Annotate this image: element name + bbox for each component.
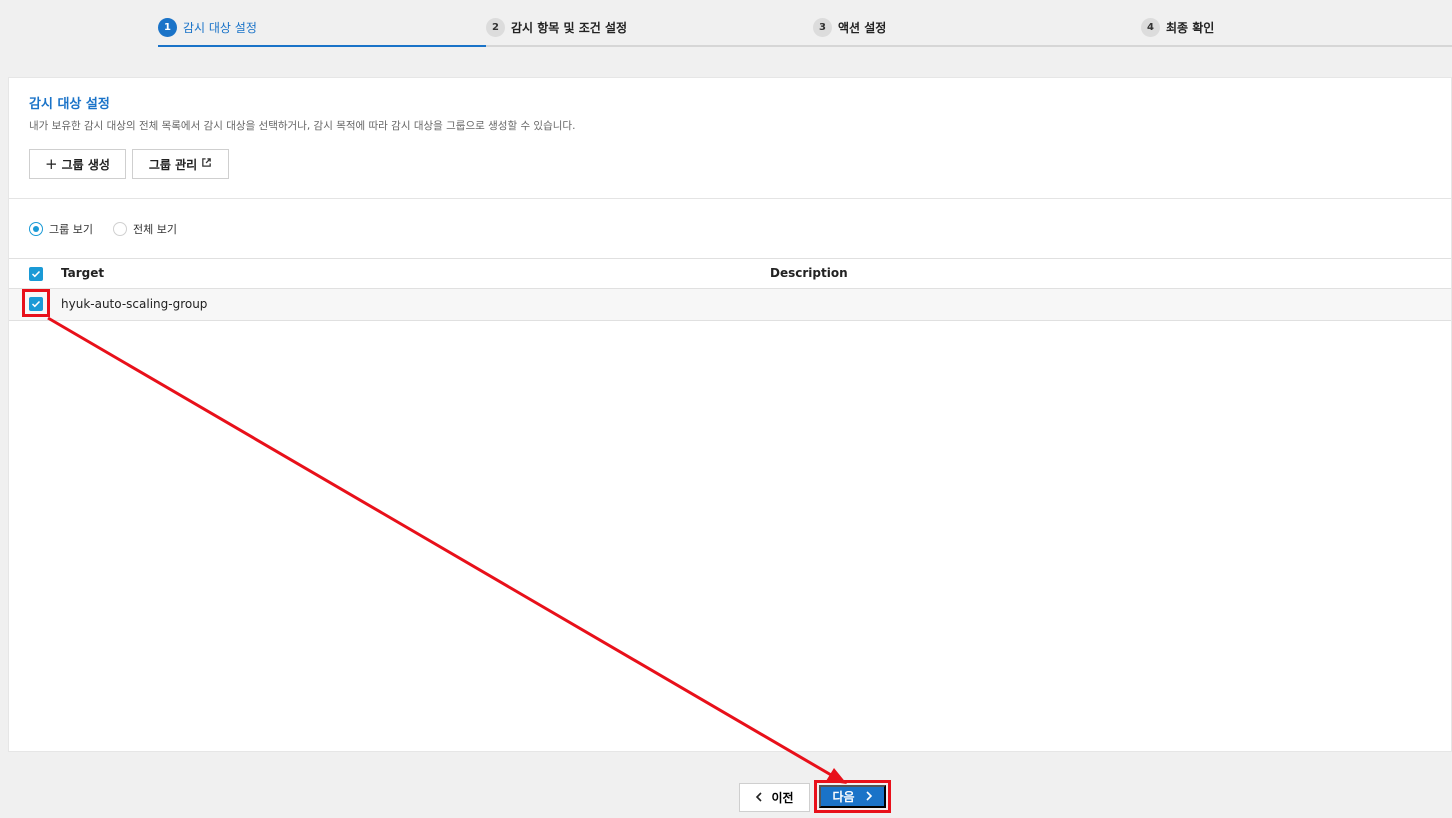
next-label: 다음: [832, 790, 855, 804]
plus-icon: +: [45, 154, 58, 173]
check-icon: [31, 270, 41, 278]
chevron-left-icon: [755, 791, 763, 805]
step-number: 1: [158, 18, 177, 37]
step-1[interactable]: 1 감시 대상 설정: [158, 18, 257, 37]
radio-label: 전체 보기: [132, 223, 177, 236]
manage-group-label: 그룹 관리: [148, 157, 198, 172]
step-3[interactable]: 3 액션 설정: [813, 18, 886, 37]
next-button[interactable]: 다음: [819, 785, 886, 808]
wizard-stepper: 1 감시 대상 설정 2 감시 항목 및 조건 설정 3 액션 설정 4 최종 …: [158, 0, 1452, 47]
chevron-right-icon: [865, 790, 873, 804]
annotation-highlight-checkbox: [22, 289, 50, 317]
step-4[interactable]: 4 최종 확인: [1141, 18, 1214, 37]
prev-label: 이전: [771, 791, 794, 805]
step-number: 3: [813, 18, 832, 37]
target-settings-panel: 감시 대상 설정 내가 보유한 감시 대상의 전체 목록에서 감시 대상을 선택…: [8, 77, 1452, 752]
table-row[interactable]: hyuk-auto-scaling-group: [9, 289, 1451, 321]
create-group-button[interactable]: + 그룹 생성: [29, 149, 126, 179]
annotation-highlight-next: 다음: [814, 780, 891, 813]
view-mode-radio-group: 그룹 보기 전체 보기: [29, 221, 177, 237]
manage-group-button[interactable]: 그룹 관리: [132, 149, 229, 179]
row-target-cell: hyuk-auto-scaling-group: [61, 297, 208, 311]
column-header-target[interactable]: Target: [61, 266, 104, 280]
step-label: 액션 설정: [838, 21, 887, 35]
create-group-label: 그룹 생성: [61, 157, 110, 172]
step-label: 최종 확인: [1166, 21, 1215, 35]
table-header: Target Description: [9, 258, 1451, 289]
step-label: 감시 항목 및 조건 설정: [511, 21, 628, 35]
section-description: 내가 보유한 감시 대상의 전체 목록에서 감시 대상을 선택하거나, 감시 목…: [29, 120, 576, 132]
radio-group-view[interactable]: 그룹 보기: [29, 221, 93, 237]
radio-label: 그룹 보기: [49, 223, 93, 236]
step-label: 감시 대상 설정: [183, 21, 257, 35]
external-link-icon: [201, 157, 212, 171]
step-2[interactable]: 2 감시 항목 및 조건 설정: [486, 18, 627, 37]
step-number: 4: [1141, 18, 1160, 37]
column-header-description[interactable]: Description: [770, 266, 848, 280]
stepper-progress: [158, 45, 486, 47]
radio-unchecked-icon: [112, 222, 127, 236]
select-all-checkbox[interactable]: [29, 267, 43, 281]
step-number: 2: [486, 18, 505, 37]
radio-all-view[interactable]: 전체 보기: [112, 221, 177, 237]
section-divider: [9, 198, 1451, 199]
prev-button[interactable]: 이전: [739, 783, 810, 812]
section-title: 감시 대상 설정: [29, 97, 110, 112]
radio-checked-icon: [29, 222, 43, 236]
